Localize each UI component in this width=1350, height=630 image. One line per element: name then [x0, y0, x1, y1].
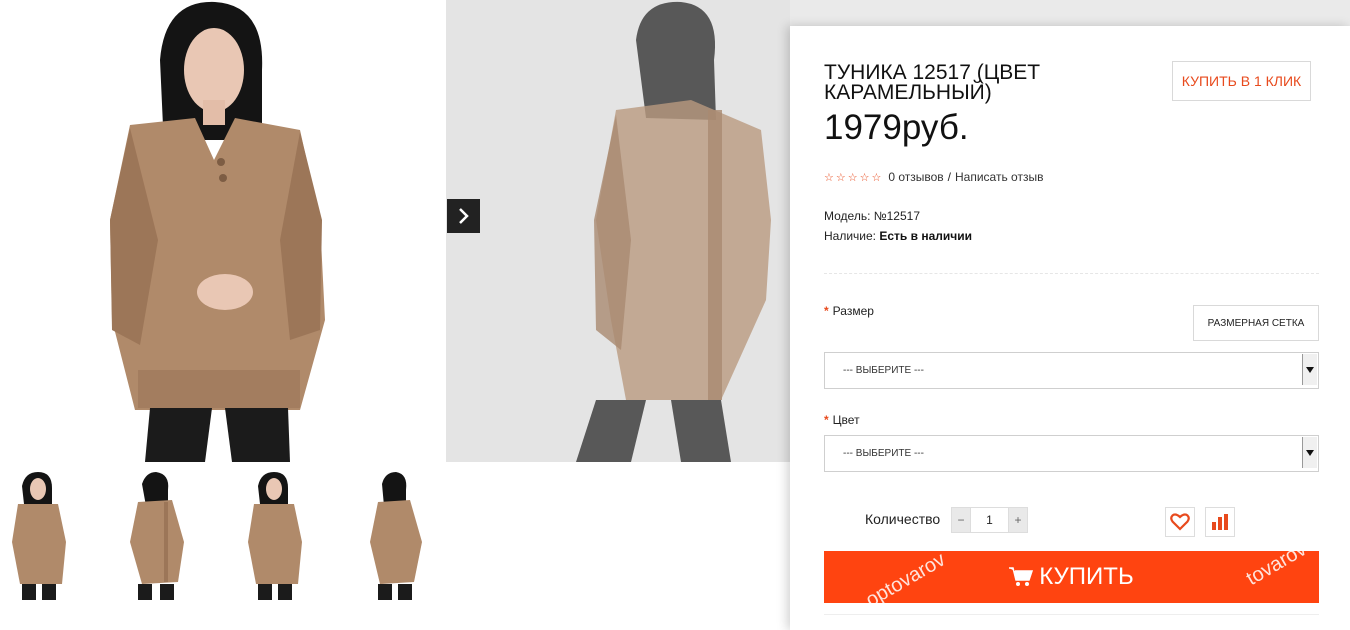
size-label-text: Размер — [832, 304, 874, 318]
star-rating-icon: ☆☆☆☆☆ — [824, 171, 884, 184]
quantity-increase-button[interactable]: + — [1008, 507, 1028, 533]
third-photo-strip — [790, 0, 1350, 26]
secondary-product-photo[interactable] — [446, 0, 790, 462]
availability-value: Есть в наличии — [879, 229, 972, 243]
quantity-label: Количество — [865, 511, 941, 527]
required-mark: * — [824, 413, 829, 427]
thumbnail-2[interactable] — [114, 472, 196, 600]
product-meta: Модель: №12517 Наличие: Есть в наличии — [824, 206, 972, 246]
size-select-value: --- ВЫБЕРИТЕ --- — [843, 365, 924, 376]
dropdown-arrow-icon — [1302, 437, 1317, 468]
color-label-text: Цвет — [832, 413, 860, 427]
buy-button[interactable]: КУПИТЬ optovarov tovarov — [824, 551, 1319, 603]
quantity-input[interactable]: 1 — [971, 507, 1008, 533]
reviews-link[interactable]: 0 отзывов — [888, 170, 943, 184]
availability-label: Наличие: — [824, 229, 877, 243]
write-review-link[interactable]: Написать отзыв — [955, 170, 1043, 184]
availability-row: Наличие: Есть в наличии — [824, 226, 972, 246]
product-info-panel: ТУНИКА 12517 (ЦВЕТ КАРАМЕЛЬНЫЙ) 1979руб.… — [790, 26, 1350, 630]
watermark-left: optovarov — [862, 551, 950, 603]
thumbnail-3[interactable] — [236, 472, 318, 600]
size-label: * Размер — [824, 304, 874, 318]
size-select[interactable]: --- ВЫБЕРИТЕ --- — [824, 352, 1319, 389]
cart-icon — [1009, 567, 1034, 586]
wishlist-button[interactable] — [1165, 507, 1195, 537]
buy-button-label: КУПИТЬ — [1039, 563, 1134, 590]
rating-separator: / — [947, 170, 951, 184]
model-label: Модель: — [824, 209, 871, 223]
chevron-right-icon — [458, 208, 469, 224]
required-mark: * — [824, 304, 829, 318]
watermark-right: tovarov — [1242, 551, 1311, 590]
model-row: Модель: №12517 — [824, 206, 972, 226]
color-select[interactable]: --- ВЫБЕРИТЕ --- — [824, 435, 1319, 472]
bottom-divider — [824, 614, 1319, 615]
buy-one-click-button[interactable]: КУПИТЬ В 1 КЛИК — [1172, 61, 1311, 101]
thumbnail-1[interactable] — [0, 472, 82, 600]
thumbnail-4[interactable] — [352, 472, 434, 600]
model-value: №12517 — [873, 209, 920, 223]
main-product-photo[interactable] — [0, 0, 445, 462]
heart-icon — [1170, 513, 1190, 531]
divider — [824, 273, 1319, 274]
product-title: ТУНИКА 12517 (ЦВЕТ КАРАМЕЛЬНЫЙ) — [824, 61, 1041, 104]
gallery-next-button[interactable] — [447, 199, 480, 233]
color-select-value: --- ВЫБЕРИТЕ --- — [843, 448, 924, 459]
rating-row: ☆☆☆☆☆ 0 отзывов / Написать отзыв — [824, 170, 1043, 184]
compare-button[interactable] — [1205, 507, 1235, 537]
quantity-decrease-button[interactable]: − — [951, 507, 971, 533]
quantity-stepper: − 1 + — [951, 507, 1028, 533]
thumbnail-strip — [0, 472, 445, 602]
size-chart-button[interactable]: РАЗМЕРНАЯ СЕТКА — [1193, 305, 1319, 341]
dropdown-arrow-icon — [1302, 354, 1317, 385]
product-price: 1979руб. — [824, 108, 969, 147]
color-label: * Цвет — [824, 413, 860, 427]
compare-bars-icon — [1212, 514, 1228, 530]
